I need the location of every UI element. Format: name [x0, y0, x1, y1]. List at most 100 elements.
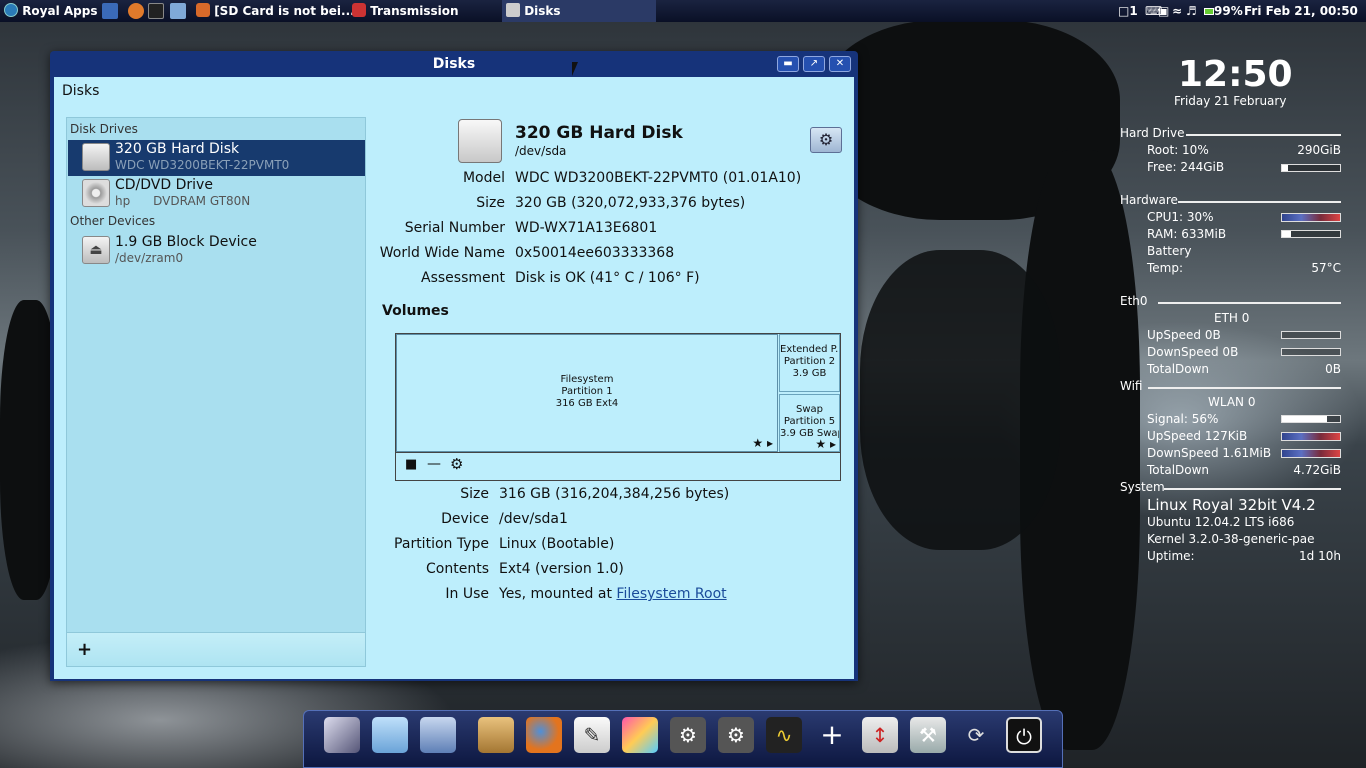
prop-label: Model	[462, 170, 505, 186]
ram-bar	[1281, 230, 1341, 238]
disk-path: /dev/sda	[515, 144, 567, 158]
partition-settings-button[interactable]: ⚙	[450, 455, 463, 473]
disks-dock-icon[interactable]: ⚒	[910, 717, 946, 753]
partition-5-block[interactable]: Swap Partition 5 3.9 GB Swap ★ ▸	[779, 394, 840, 452]
filesystem-root-link[interactable]: Filesystem Root	[616, 586, 726, 602]
wifi-icon[interactable]: ≈	[1172, 0, 1182, 22]
sidebar-section-other: Other Devices	[70, 214, 156, 228]
hard-disk-large-icon	[458, 119, 502, 163]
prop-value: Disk is OK (41° C / 106° F)	[515, 270, 700, 286]
in-use-text: Yes, mounted at	[499, 586, 617, 602]
partition-label: Extended P...	[780, 344, 839, 355]
volumes-heading: Volumes	[382, 303, 449, 319]
prop-label: Serial Number	[404, 220, 505, 236]
cpu-graph	[1281, 213, 1341, 222]
disks-task-icon	[506, 3, 520, 17]
widget-label: Kernel 3.2.0-38-generic-pae	[1147, 532, 1315, 546]
close-button[interactable]: ✕	[829, 56, 851, 72]
task-disks[interactable]: Disks	[502, 0, 656, 22]
widget-value: 0B	[1325, 362, 1341, 376]
widget-clock: 12:50	[1178, 54, 1293, 95]
task-label: Disks	[524, 4, 561, 18]
folder-icon[interactable]	[372, 717, 408, 753]
prop-value: WDC WD3200BEKT-22PVMT0 (01.01A10)	[515, 170, 802, 186]
section-title: Hard Drive	[1120, 126, 1185, 140]
sidebar-footer: +	[67, 632, 365, 666]
hard-disk-icon	[82, 143, 110, 171]
maximize-button[interactable]: ↗	[803, 56, 825, 72]
ram-fill	[1282, 231, 1291, 237]
widget-label: UpSpeed 0B	[1147, 328, 1221, 342]
royal-apps-menu[interactable]: Royal Apps	[4, 0, 98, 22]
eject-icon: ⏏	[82, 236, 110, 264]
section-divider	[1164, 488, 1341, 490]
unmount-button[interactable]: ■	[405, 457, 417, 472]
top-panel: Royal Apps [SD Card is not bei... Transm…	[0, 0, 1366, 22]
folder-icon[interactable]	[170, 3, 186, 19]
settings-gear-icon[interactable]: ⚙	[670, 717, 706, 753]
terminal-icon[interactable]	[148, 3, 164, 19]
task-label: Transmission	[370, 4, 459, 18]
window-titlebar[interactable]: Disks	[50, 51, 858, 77]
widget-label: RAM: 633MiB	[1147, 227, 1227, 241]
widget-date: Friday 21 February	[1174, 94, 1287, 108]
prop-value: 320 GB (320,072,933,376 bytes)	[515, 195, 746, 211]
partition-label: Partition 2	[783, 356, 836, 367]
volume-icon[interactable]: ♬	[1186, 0, 1197, 22]
disk-utility-icon[interactable]: ↕	[862, 717, 898, 753]
task-transmission[interactable]: Transmission	[352, 0, 459, 22]
widget-label: Free: 244GiB	[1147, 160, 1225, 174]
prop-label: Device	[441, 511, 489, 527]
add-button[interactable]: +	[77, 639, 92, 660]
widget-value: 1d 10h	[1299, 549, 1341, 563]
section-title: Hardware	[1120, 193, 1178, 207]
firefox-icon[interactable]	[128, 3, 144, 19]
widget-label: Root: 10%	[1147, 143, 1209, 157]
system-settings-icon[interactable]: ⚙	[718, 717, 754, 753]
royal-menu-icon[interactable]	[324, 717, 360, 753]
mouse-cursor	[572, 62, 578, 76]
widget-label: ETH 0	[1214, 311, 1250, 325]
partition-2-block[interactable]: Extended P... Partition 2 3.9 GB	[779, 334, 840, 392]
section-divider	[1148, 387, 1341, 389]
archive-download-icon[interactable]	[478, 717, 514, 753]
drive-sub: /dev/zram0	[115, 251, 184, 265]
widget-label: Battery	[1147, 244, 1192, 258]
power-icon[interactable]: ⏻	[1006, 717, 1042, 753]
system-monitor-icon[interactable]: ∿	[766, 717, 802, 753]
chat-icon: □	[1118, 4, 1130, 18]
file-manager-icon[interactable]	[420, 717, 456, 753]
disk-usage-fill	[1282, 165, 1288, 171]
royal-apps-label: Royal Apps	[22, 4, 98, 18]
paint-icon[interactable]	[622, 717, 658, 753]
prop-value: Ext4 (version 1.0)	[499, 561, 624, 577]
partition-1-block[interactable]: Filesystem Partition 1 316 GB Ext4 ★ ▸	[396, 334, 778, 452]
refresh-icon[interactable]: ⟳	[958, 717, 994, 753]
disk-usage-bar	[1281, 164, 1341, 172]
partition-label: Partition 1	[561, 386, 613, 397]
section-divider	[1178, 201, 1341, 203]
add-launcher-icon[interactable]: +	[814, 717, 850, 753]
drive-sub: WDC WD3200BEKT-22PVMT0	[115, 158, 290, 172]
disk-settings-button[interactable]: ⚙	[810, 127, 842, 153]
minimize-button[interactable]: ▬	[777, 56, 799, 72]
firefox-task-icon	[196, 3, 210, 17]
wifi-up-graph	[1281, 432, 1341, 441]
widget-label: TotalDown	[1147, 463, 1210, 477]
disks-window: Disks ▬ ↗ ✕ Disks Disk Drives 320 GB Har…	[50, 51, 858, 681]
battery-indicator[interactable]: 99%	[1204, 0, 1243, 22]
text-editor-icon[interactable]: ✎	[574, 717, 610, 753]
update-icon[interactable]: ▣	[1158, 0, 1169, 22]
eth-up-graph	[1281, 331, 1341, 339]
firefox-dock-icon[interactable]	[526, 717, 562, 753]
sidebar-section-drives: Disk Drives	[70, 122, 138, 136]
delete-partition-button[interactable]: —	[427, 456, 441, 472]
clock[interactable]: Fri Feb 21, 00:50	[1244, 0, 1358, 22]
desktop-switcher-icon[interactable]	[102, 3, 118, 19]
section-title: Wifi	[1120, 379, 1143, 393]
signal-bar	[1281, 415, 1341, 423]
notification-indicator[interactable]: □1	[1118, 0, 1138, 22]
task-sd-card[interactable]: [SD Card is not bei...	[196, 0, 355, 22]
prop-value: /dev/sda1	[499, 511, 568, 527]
disk-title: 320 GB Hard Disk	[515, 123, 683, 143]
